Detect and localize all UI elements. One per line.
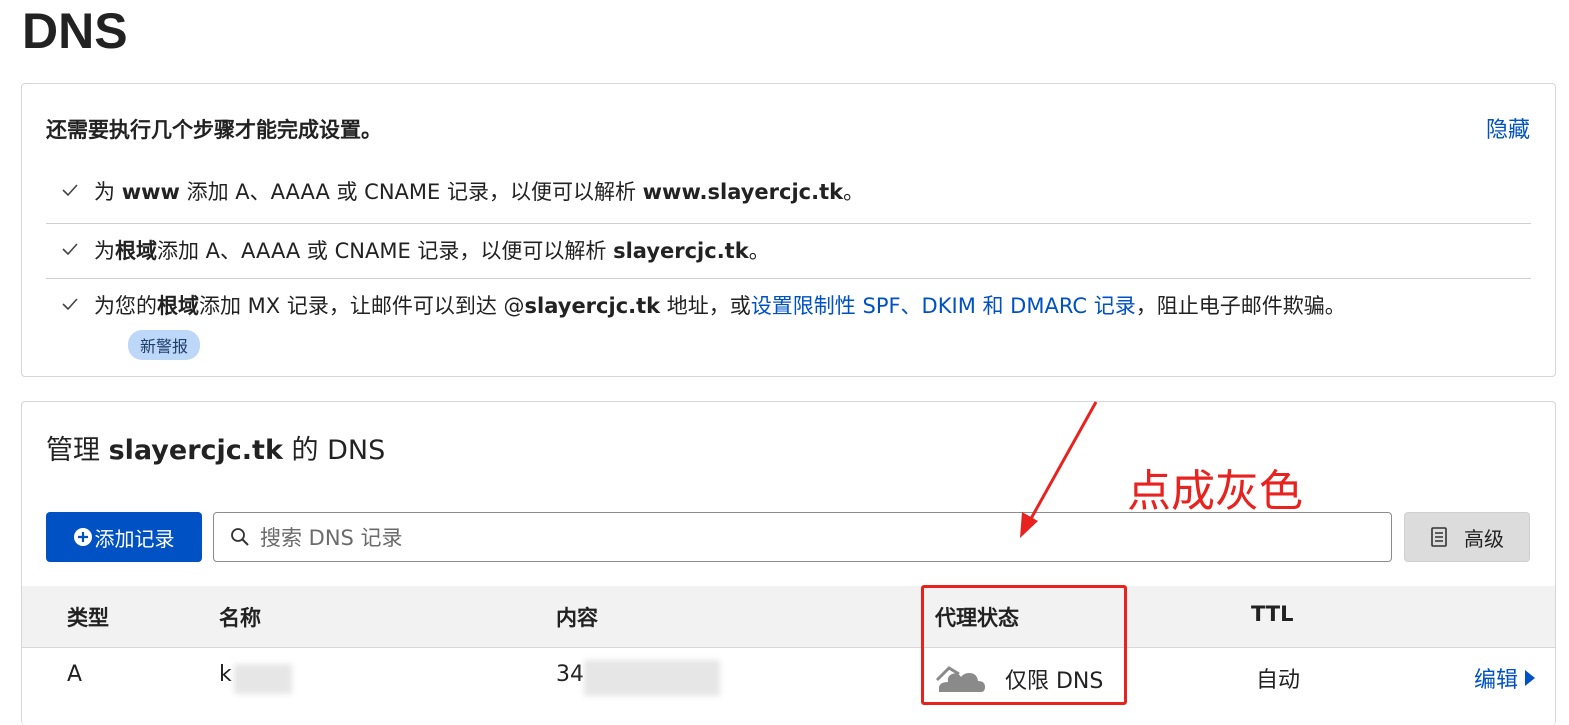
step-text: 为 www 添加 A、AAAA 或 CNAME 记录，以便可以解析 www.sl… xyxy=(94,180,865,204)
setup-heading: 还需要执行几个步骤才能完成设置。 xyxy=(46,118,382,142)
redacted-content xyxy=(584,660,720,696)
plus-circle-icon xyxy=(73,528,92,546)
annotation-arrow-icon xyxy=(1020,401,1098,538)
column-type[interactable]: 类型 xyxy=(67,602,109,632)
hide-link[interactable]: 隐藏 xyxy=(1486,112,1530,144)
caret-right-icon xyxy=(1525,670,1536,686)
page-title: DNS xyxy=(22,3,128,59)
dns-heading: 管理 slayercjc.tk 的 DNS xyxy=(46,435,386,466)
search-field[interactable] xyxy=(213,512,1392,562)
search-icon xyxy=(231,528,249,546)
edit-record-link[interactable]: 编辑 xyxy=(1474,662,1536,694)
column-name[interactable]: 名称 xyxy=(219,602,261,632)
dns-management-card: 管理 slayercjc.tk 的 DNS 添加记录 高级 类型 名称 内容 代… xyxy=(21,401,1556,725)
check-icon xyxy=(62,184,78,197)
setup-step-mx: 为您的根域添加 MX 记录，让邮件可以到达 @slayercjc.tk 地址，或… xyxy=(46,280,1531,370)
column-content[interactable]: 内容 xyxy=(556,602,598,632)
search-input[interactable] xyxy=(258,521,1362,555)
setup-step-root: 为根域添加 A、AAAA 或 CNAME 记录，以便可以解析 slayercjc… xyxy=(46,225,1531,279)
record-content: 34 xyxy=(556,662,584,687)
column-ttl[interactable]: TTL xyxy=(1251,602,1294,626)
records-table-header: 类型 名称 内容 代理状态 TTL xyxy=(22,586,1555,648)
email-security-link[interactable]: 设置限制性 SPF、DKIM 和 DMARC 记录 xyxy=(751,294,1136,318)
document-icon xyxy=(1431,527,1447,547)
table-row[interactable]: A k 34 仅限 DNS 自动 编辑 xyxy=(22,648,1555,708)
setup-step-www: 为 www 添加 A、AAAA 或 CNAME 记录，以便可以解析 www.sl… xyxy=(46,174,1531,224)
edit-label: 编辑 xyxy=(1474,668,1519,693)
advanced-button[interactable]: 高级 xyxy=(1404,512,1530,562)
record-ttl: 自动 xyxy=(1256,668,1301,693)
setup-steps-card: 还需要执行几个步骤才能完成设置。 隐藏 为 www 添加 A、AAAA 或 CN… xyxy=(21,83,1556,377)
check-icon xyxy=(62,298,78,311)
add-record-button[interactable]: 添加记录 xyxy=(46,512,202,562)
check-icon xyxy=(62,243,78,256)
annotation-text: 点成灰色 xyxy=(1127,466,1303,517)
annotation-highlight-box xyxy=(921,585,1127,705)
record-type: A xyxy=(67,662,83,687)
redacted-name xyxy=(234,664,292,694)
step-text: 为您的根域添加 MX 记录，让邮件可以到达 @slayercjc.tk 地址，或… xyxy=(94,294,1346,318)
advanced-label: 高级 xyxy=(1464,526,1504,551)
new-alert-badge: 新警报 xyxy=(128,330,201,360)
record-name: k xyxy=(219,662,232,687)
add-record-label: 添加记录 xyxy=(94,526,175,551)
step-text: 为根域添加 A、AAAA 或 CNAME 记录，以便可以解析 slayercjc… xyxy=(94,239,770,263)
